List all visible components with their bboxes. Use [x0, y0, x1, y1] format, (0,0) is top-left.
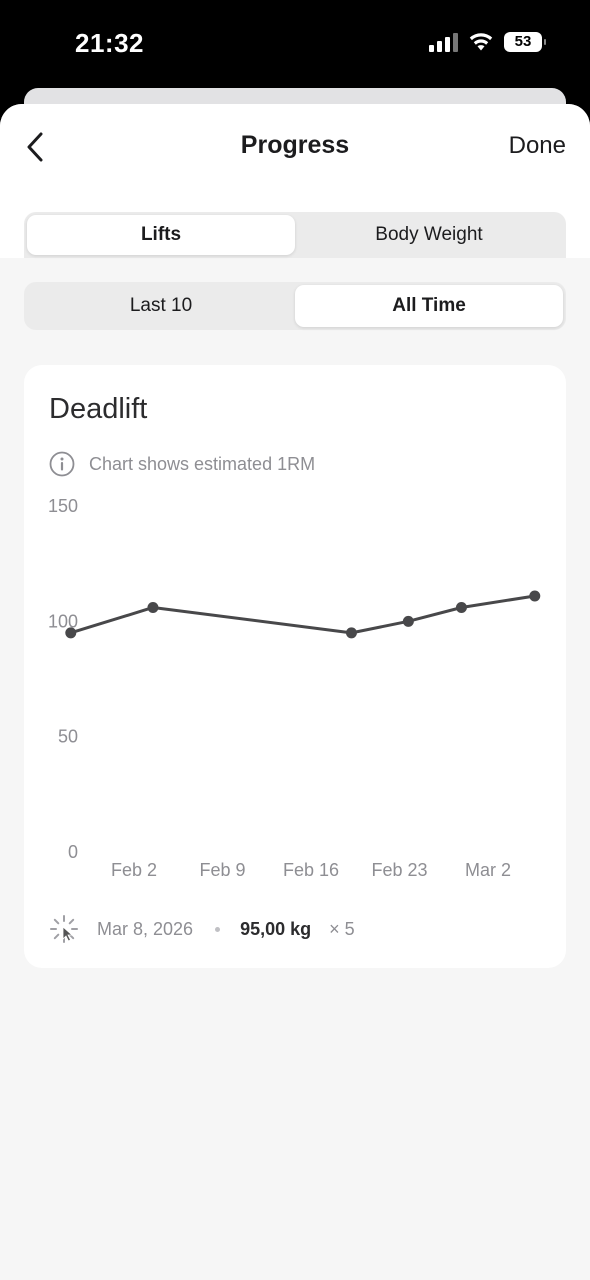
data-point[interactable] — [147, 601, 159, 613]
selected-weight: 95,00 kg — [240, 918, 312, 939]
data-point[interactable] — [402, 615, 414, 627]
x-tick-label: Mar 2 — [465, 860, 511, 880]
wifi-icon — [469, 33, 493, 51]
info-row: Chart shows estimated 1RM — [49, 451, 315, 477]
data-point[interactable] — [65, 627, 77, 639]
separator-dot — [215, 926, 221, 932]
y-tick-label: 50 — [58, 727, 78, 747]
exercise-title: Deadlift — [49, 393, 148, 425]
x-tick-label: Feb 16 — [283, 860, 339, 880]
page-title: Progress — [240, 131, 350, 159]
period-segmented-control: Last 10 All Time — [24, 282, 566, 330]
tab-lifts[interactable]: Lifts — [27, 215, 295, 255]
x-tick-label: Feb 2 — [111, 860, 157, 880]
exercise-card: Deadlift Chart shows estimated 1RM 0 50 10… — [24, 365, 566, 968]
tab-all-time[interactable]: All Time — [295, 285, 563, 327]
selected-date: Mar 8, 2026 — [97, 918, 194, 939]
cellular-signal-icon — [429, 32, 458, 52]
done-button[interactable]: Done — [509, 132, 566, 160]
tab-last-10[interactable]: Last 10 — [27, 285, 295, 327]
category-segmented-control: Lifts Body Weight — [24, 212, 566, 258]
status-bar: 21:32 53 — [0, 0, 590, 88]
info-text: Chart shows estimated 1RM — [89, 453, 316, 474]
tab-body-weight[interactable]: Body Weight — [295, 215, 563, 255]
series-line — [70, 594, 536, 635]
loading-spinner-icon — [50, 915, 78, 943]
battery-icon: 53 — [504, 32, 546, 52]
selected-point-details: Mar 8, 2026 95,00 kg × 5 — [49, 913, 355, 945]
data-point[interactable] — [529, 590, 541, 602]
status-time: 21:32 — [75, 28, 144, 58]
progress-chart[interactable]: 050100150Feb 2 Feb 9 Feb 16 Feb 23 Mar 2 — [24, 485, 566, 885]
status-icons: 53 — [429, 32, 546, 52]
data-point[interactable] — [345, 627, 357, 639]
data-point[interactable] — [455, 601, 467, 613]
y-tick-label: 0 — [68, 842, 78, 862]
info-icon[interactable] — [49, 451, 75, 477]
x-tick-label: Feb 23 — [371, 860, 427, 880]
y-tick-label: 150 — [48, 496, 78, 516]
progress-sheet: Progress Done Lifts Body Weight Last 10 … — [0, 104, 590, 1280]
x-tick-label: Feb 9 — [199, 860, 245, 880]
selected-reps: × 5 — [329, 918, 355, 939]
